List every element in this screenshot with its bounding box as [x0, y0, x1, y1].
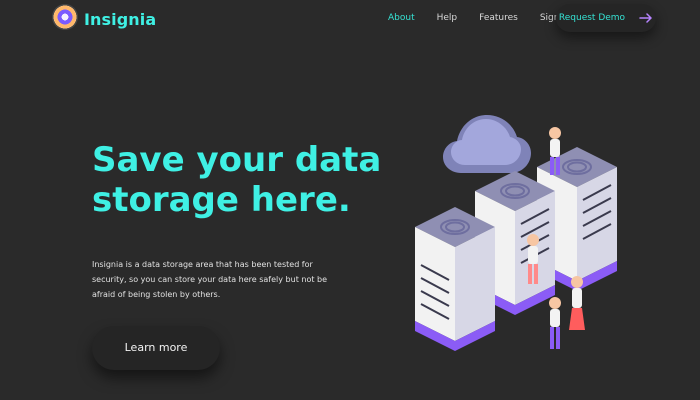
nav-menu: About Help Features Signup	[388, 13, 571, 23]
top-nav: Insignia About Help Features Signup Requ…	[0, 0, 700, 40]
hero-title: Save your data storage here.	[92, 140, 382, 220]
person-icon	[549, 297, 561, 349]
nav-item-about[interactable]: About	[388, 13, 415, 23]
nav-item-help[interactable]: Help	[437, 13, 458, 23]
arrow-right-icon	[639, 13, 652, 23]
request-demo-button[interactable]: Request Demo	[556, 4, 656, 32]
insignia-logo-icon[interactable]	[52, 4, 78, 30]
server-rack-front	[415, 207, 495, 351]
brand-name[interactable]: Insignia	[84, 10, 156, 29]
server-racks-cloud-illustration	[415, 115, 617, 351]
hero-description: Insignia is a data storage area that has…	[92, 260, 328, 299]
person-icon	[569, 276, 585, 330]
cloud-icon	[443, 115, 531, 173]
nav-item-features[interactable]: Features	[479, 13, 518, 23]
request-demo-label: Request Demo	[558, 13, 626, 23]
learn-more-button[interactable]: Learn more	[92, 326, 220, 370]
